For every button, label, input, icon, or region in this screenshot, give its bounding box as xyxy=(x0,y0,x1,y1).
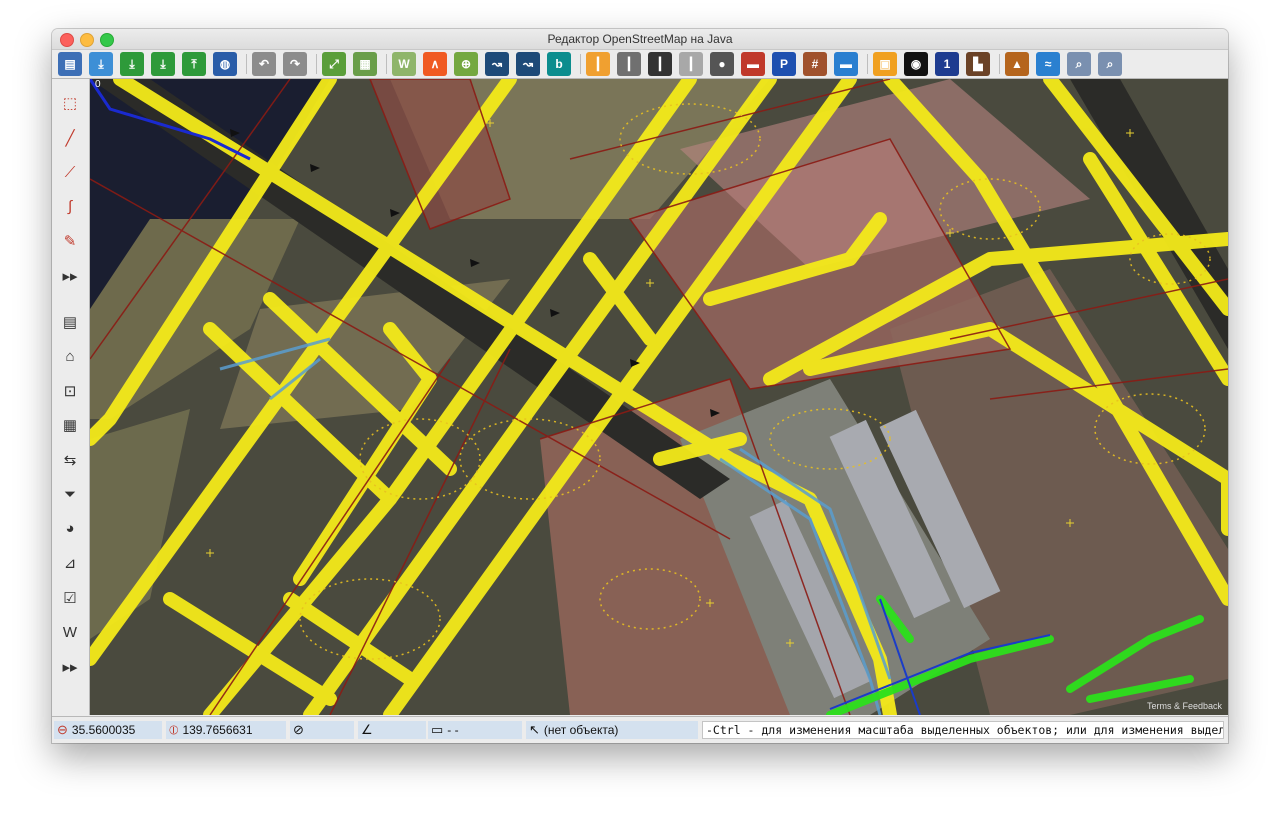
angle-field: ∠ xyxy=(358,721,426,739)
peak-icon[interactable]: ▲ xyxy=(1005,52,1029,76)
map-attribution-link[interactable]: Terms & Feedback xyxy=(1147,701,1222,711)
window-title: Редактор OpenStreetMap на Java xyxy=(547,32,733,46)
relation-icon[interactable]: ⊡ xyxy=(58,379,82,403)
angle-icon: ∠ xyxy=(361,722,373,737)
road-dark-icon[interactable]: ┃ xyxy=(648,52,672,76)
improve-way-icon[interactable]: ∫ xyxy=(58,195,82,219)
waterway-icon[interactable]: ≈ xyxy=(1036,52,1060,76)
number-one-icon[interactable]: 1 xyxy=(935,52,959,76)
aerial-map-render xyxy=(90,79,1228,715)
longitude-value: 139.7656631 xyxy=(182,723,253,737)
main-toolbar: ▤ ⤓ ⤓ ⤓ ⤒ ◍ ↶ ↷ ⤢ ▦ W ∧ ⊕ ↝ ↝ b ┃ ┃ ┃ ┃ ● ▬ P # ▬ ▣ ◉ 1 ▙ ▲ ≈ ⌕ ⌕ xyxy=(52,50,1228,79)
map-scale-label: 0 xyxy=(95,79,101,90)
search-map-icon[interactable]: ⌕ xyxy=(1067,52,1091,76)
upload-icon[interactable]: ⤒ xyxy=(182,52,206,76)
more-tools-icon[interactable]: ▸▸ xyxy=(58,264,82,288)
tool-sidebar: ⬚ ╱ ⟋ ∫ ✎ ▸▸ ▤ ⌂ ⊡ ▦ ⇆ ⏷ ◕ ⊿ ☑ W ▸▸ xyxy=(52,79,90,715)
imagery-alignment-icon[interactable]: ↝ xyxy=(485,52,509,76)
toolbar-separator xyxy=(999,54,1000,74)
validation-icon[interactable]: ⊿ xyxy=(58,551,82,575)
preferences-globe-icon[interactable]: ◍ xyxy=(213,52,237,76)
draw-nodes-icon[interactable]: ⟋ xyxy=(58,160,82,184)
traffic-light-icon[interactable]: ● xyxy=(710,52,734,76)
shopping-bag-icon[interactable]: ▣ xyxy=(873,52,897,76)
object-value: (нет объекта) xyxy=(543,723,619,737)
open-file-icon[interactable]: ▤ xyxy=(58,52,82,76)
road-grey-icon[interactable]: ┃ xyxy=(617,52,641,76)
zoom-to-data-icon[interactable]: ⤢ xyxy=(322,52,346,76)
object-field: ↖ (нет объекта) xyxy=(526,721,698,739)
road-lightgrey-icon[interactable]: ┃ xyxy=(679,52,703,76)
road-orange-icon[interactable]: ┃ xyxy=(586,52,610,76)
compass-icon: ⊘ xyxy=(293,722,304,737)
toolbar-separator xyxy=(316,54,317,74)
history-icon[interactable]: ▦ xyxy=(58,413,82,437)
bed-hotel-icon[interactable]: ▬ xyxy=(834,52,858,76)
map-view[interactable]: 0 Terms & Feedback xyxy=(90,79,1228,715)
tag-icon[interactable]: ⌂ xyxy=(58,344,82,368)
toolbar-separator xyxy=(580,54,581,74)
pointer-icon: ↖ xyxy=(529,722,540,737)
status-help-message: -Ctrl - для изменения масштаба выделенны… xyxy=(702,721,1224,739)
industrial-icon[interactable]: ▙ xyxy=(966,52,990,76)
more-panels-icon[interactable]: ▸▸ xyxy=(58,655,82,679)
select-tool-icon[interactable]: ⬚ xyxy=(58,91,82,115)
undo-icon[interactable]: ↶ xyxy=(252,52,276,76)
pencil-icon[interactable]: ✎ xyxy=(58,229,82,253)
wms-tms-icon[interactable]: W xyxy=(392,52,416,76)
strava-icon[interactable]: ∧ xyxy=(423,52,447,76)
status-bar: ⊖ 35.5600035 ⦶ 139.7656631 ⊘ ∠ ▭ - - ↖ (… xyxy=(52,716,1228,743)
longitude-field: ⦶ 139.7656631 xyxy=(166,721,286,739)
title-bar: Редактор OpenStreetMap на Java xyxy=(52,29,1228,50)
imagery-offset-icon[interactable]: ↝ xyxy=(516,52,540,76)
toolbar-separator xyxy=(867,54,868,74)
download-area-icon[interactable]: ⤓ xyxy=(151,52,175,76)
latitude-value: 35.5600035 xyxy=(71,723,136,737)
save-icon[interactable]: ⤓ xyxy=(89,52,113,76)
football-icon[interactable]: ◉ xyxy=(904,52,928,76)
heading-field: ⊘ xyxy=(290,721,354,739)
draw-line-icon[interactable]: ╱ xyxy=(58,126,82,150)
latitude-icon: ⊖ xyxy=(57,722,68,737)
toolbar-separator xyxy=(386,54,387,74)
checklist-icon[interactable]: ☑ xyxy=(58,586,82,610)
layers-icon[interactable]: ▤ xyxy=(58,310,82,334)
zoom-in-icon[interactable]: ⊕ xyxy=(454,52,478,76)
filter-icon[interactable]: ⏷ xyxy=(58,482,82,506)
josm-window: Редактор OpenStreetMap на Java ▤ ⤓ ⤓ ⤓ ⤒ ◍ ↶ ↷ ⤢… xyxy=(52,29,1228,743)
wall-icon[interactable]: ▬ xyxy=(741,52,765,76)
longitude-icon: ⦶ xyxy=(169,722,179,737)
wikipedia-icon[interactable]: W xyxy=(58,620,82,644)
redo-icon[interactable]: ↷ xyxy=(283,52,307,76)
map-paint-style-icon[interactable]: ◕ xyxy=(58,517,82,541)
latitude-field: ⊖ 35.5600035 xyxy=(54,721,162,739)
toolbar-separator xyxy=(246,54,247,74)
ruler-icon: ▭ xyxy=(431,722,444,737)
parking-icon[interactable]: P xyxy=(772,52,796,76)
layer-imagery-icon[interactable]: ▦ xyxy=(353,52,377,76)
bing-icon[interactable]: b xyxy=(547,52,571,76)
distance-value: - - xyxy=(447,723,459,737)
railway-icon[interactable]: # xyxy=(803,52,827,76)
conflict-icon[interactable]: ⇆ xyxy=(58,448,82,472)
search-map-2-icon[interactable]: ⌕ xyxy=(1098,52,1122,76)
distance-field: ▭ - - xyxy=(428,721,522,739)
download-icon[interactable]: ⤓ xyxy=(120,52,144,76)
